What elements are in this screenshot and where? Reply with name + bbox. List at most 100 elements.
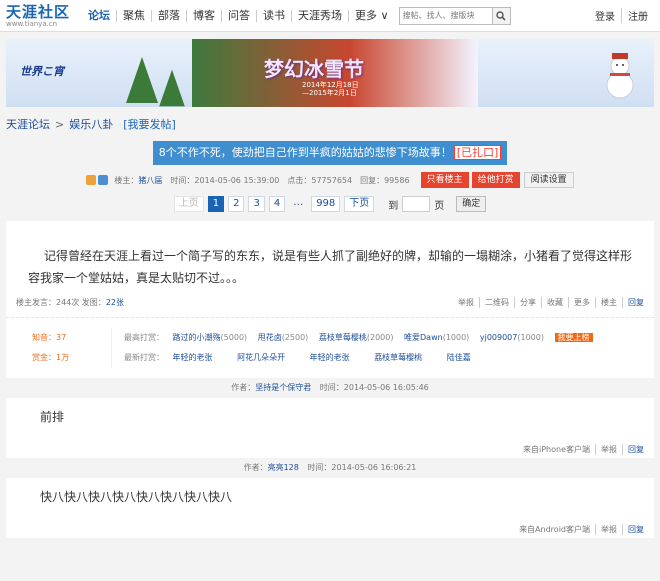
breadcrumb-board[interactable]: 娱乐八卦 <box>69 116 113 132</box>
search-box <box>398 6 511 25</box>
tree-decoration <box>126 57 158 103</box>
favorite-link[interactable]: 收藏 <box>542 296 569 308</box>
reply-author-label: 作者： <box>231 383 256 392</box>
thread-title: 8个不作不死，使劲把自己作到半疯的姑姑的悲惨下场故事！ <box>158 146 452 159</box>
snowman-icon <box>606 53 634 99</box>
page-button[interactable]: 4 <box>268 196 286 212</box>
reply-body: 前排 <box>40 410 65 424</box>
login-link[interactable]: 登录 <box>589 8 622 23</box>
thread-title-box: 8个不作不死，使劲把自己作到半疯的姑姑的悲惨下场故事！ [已扎口] <box>152 141 508 165</box>
reply-link[interactable]: 回复 <box>623 524 644 535</box>
bounty-amount: 赏金：1万 <box>32 353 70 362</box>
auth-links: 登录 注册 <box>589 8 654 23</box>
nav-item-more[interactable]: 更多 ∨ <box>349 9 395 22</box>
reply-meta: 作者：坚持是个保守君 时间：2014-05-06 16:05:46 <box>0 378 660 398</box>
thread-time: 时间：2014-05-06 15:39:00 <box>170 175 280 185</box>
reply-body: 快八快八快八快八快八快八快八快八 <box>40 490 233 504</box>
reply-source: 来自iPhone客户端 <box>518 443 596 455</box>
join-ranking-button[interactable]: 我要上榜 <box>554 333 593 342</box>
share-link[interactable]: 分享 <box>515 296 542 308</box>
search-button[interactable] <box>492 6 511 25</box>
last-page-button[interactable]: 998 <box>311 196 341 212</box>
event-banner[interactable]: 世界こ宵 梦幻冰雪节 2014年12月18日 —2015年2月1日 <box>6 39 654 107</box>
reply-link[interactable]: 回复 <box>623 444 644 455</box>
reward-amount: (1000) <box>517 333 544 342</box>
reward-button[interactable]: 给他打赏 <box>471 172 520 188</box>
vip-badge-icon <box>98 175 109 185</box>
next-page-button[interactable]: 下页 <box>344 196 375 212</box>
reward-amount: (2500) <box>281 333 309 342</box>
nav-item-qa[interactable]: 问答 <box>222 9 257 22</box>
reply-actions: 来自iPhone客户端 举报 回复 <box>518 443 644 455</box>
top-reward-user[interactable]: 路过的小潮殇(5000) <box>173 333 248 342</box>
op-stats: 楼主发言：244次 发图：22张 <box>16 297 124 308</box>
only-op-button[interactable]: 只看楼主 <box>420 172 469 188</box>
author-label: 楼主： <box>114 175 139 185</box>
nav-item-focus[interactable]: 聚焦 <box>117 9 152 22</box>
site-logo[interactable]: 天涯社区 www.tianya.cn <box>6 4 78 28</box>
latest-reward-user[interactable]: 荔枝草莓樱桃 <box>374 353 422 362</box>
qrcode-link[interactable]: 二维码 <box>480 296 515 308</box>
thread-headline: 8个不作不死，使劲把自己作到半疯的姑姑的悲惨下场故事！ [已扎口] <box>0 141 660 167</box>
nav-item-blog[interactable]: 博客 <box>187 9 222 22</box>
top-reward-user[interactable]: 荔枝草莓樱桃(2000) <box>319 333 394 342</box>
search-input[interactable] <box>398 6 493 25</box>
reward-amount: (5000) <box>220 333 248 342</box>
reply-time: 时间：2014-05-06 16:05:46 <box>319 383 429 392</box>
author-badges <box>86 175 109 185</box>
reply-author[interactable]: 亮亮128 <box>268 463 299 472</box>
latest-reward-user[interactable]: 年轻的老张 <box>173 353 213 362</box>
top-rewards-label: 最高打赏： <box>124 333 164 342</box>
reply-meta: 作者：亮亮128 时间：2014-05-06 16:06:21 <box>0 458 660 478</box>
top-rewards-row: 最高打赏： 路过的小潮殇(5000) 甩花卤(2500) 荔枝草莓樱桃(2000… <box>124 328 644 348</box>
level-badge-icon <box>86 175 97 185</box>
reply-footer: 来自Android客户端 举报 回复 <box>6 520 654 538</box>
page-button[interactable]: 2 <box>228 196 245 212</box>
nav-item-show[interactable]: 天涯秀场 <box>292 9 349 22</box>
op-floor-label: 楼主 <box>596 296 623 308</box>
banner-title: 梦幻冰雪节 <box>264 57 364 81</box>
reply-author[interactable]: 坚持是个保守君 <box>255 383 311 392</box>
main-post: 记得曾经在天涯上看过一个简子写的东东，说是有些人抓了副绝好的牌，却输的一塌糊涂，… <box>6 221 654 378</box>
goto-confirm-button[interactable]: 确定 <box>456 196 487 212</box>
page-button[interactable]: 3 <box>248 196 265 212</box>
reward-user-name: 路过的小潮殇 <box>172 333 221 342</box>
main-post-body: 记得曾经在天涯上看过一个简子写的东东，说是有些人抓了副绝好的牌，却输的一塌糊涂，… <box>28 249 633 285</box>
banner-date-end: —2015年2月1日 <box>302 89 357 97</box>
nav-item-forum[interactable]: 论坛 <box>82 9 117 22</box>
nav-menu: 论坛 聚焦 部落 博客 问答 读书 天涯秀场 更多 ∨ <box>82 9 395 22</box>
latest-reward-user[interactable]: 阿花几朵朵开 <box>237 353 285 362</box>
reply-post: 前排 来自iPhone客户端 举报 回复 <box>6 398 654 458</box>
reply-time: 时间：2014-05-06 16:06:21 <box>307 463 417 472</box>
pagination: 上页 1 2 3 4 … 998 下页 到 页 确定 <box>0 191 660 217</box>
report-link[interactable]: 举报 <box>596 443 623 455</box>
new-post-button[interactable]: [我要发帖] <box>123 116 176 132</box>
more-link[interactable]: 更多 <box>569 296 596 308</box>
main-post-footer: 楼主发言：244次 发图：22张 举报 二维码 分享 收藏 更多 楼主 回复 <box>6 293 654 311</box>
top-reward-user[interactable]: yj009007(1000) <box>480 333 544 342</box>
search-icon <box>496 10 506 21</box>
op-images-link[interactable]: 22张 <box>106 298 124 307</box>
thread-clicks: 点击：57757654 <box>287 175 353 185</box>
reply-link[interactable]: 回复 <box>623 297 644 308</box>
register-link[interactable]: 注册 <box>622 8 654 23</box>
prev-page-button[interactable]: 上页 <box>173 196 204 212</box>
nav-item-reading[interactable]: 读书 <box>257 9 292 22</box>
top-reward-user[interactable]: 唯爱Dawn(1000) <box>404 333 469 342</box>
breadcrumb-root[interactable]: 天涯论坛 <box>6 116 50 132</box>
latest-reward-user[interactable]: 陆佳嘉 <box>447 353 471 362</box>
reward-user-name: 荔枝草莓樱桃 <box>318 333 367 342</box>
top-reward-user[interactable]: 甩花卤(2500) <box>258 333 309 342</box>
nav-item-tribe[interactable]: 部落 <box>152 9 187 22</box>
read-settings-button[interactable]: 阅读设置 <box>523 172 574 188</box>
page-ellipsis: … <box>293 197 304 208</box>
goto-page-input[interactable] <box>402 196 431 212</box>
latest-reward-user[interactable]: 年轻的老张 <box>310 353 350 362</box>
page-button[interactable]: 1 <box>207 196 225 212</box>
report-link[interactable]: 举报 <box>596 523 623 535</box>
goto-label: 到 <box>388 200 399 212</box>
logo-url: www.tianya.cn <box>6 19 58 28</box>
report-link[interactable]: 举报 <box>453 296 480 308</box>
author-link[interactable]: 猪八届 <box>138 176 162 185</box>
page-unit-label: 页 <box>434 200 445 212</box>
